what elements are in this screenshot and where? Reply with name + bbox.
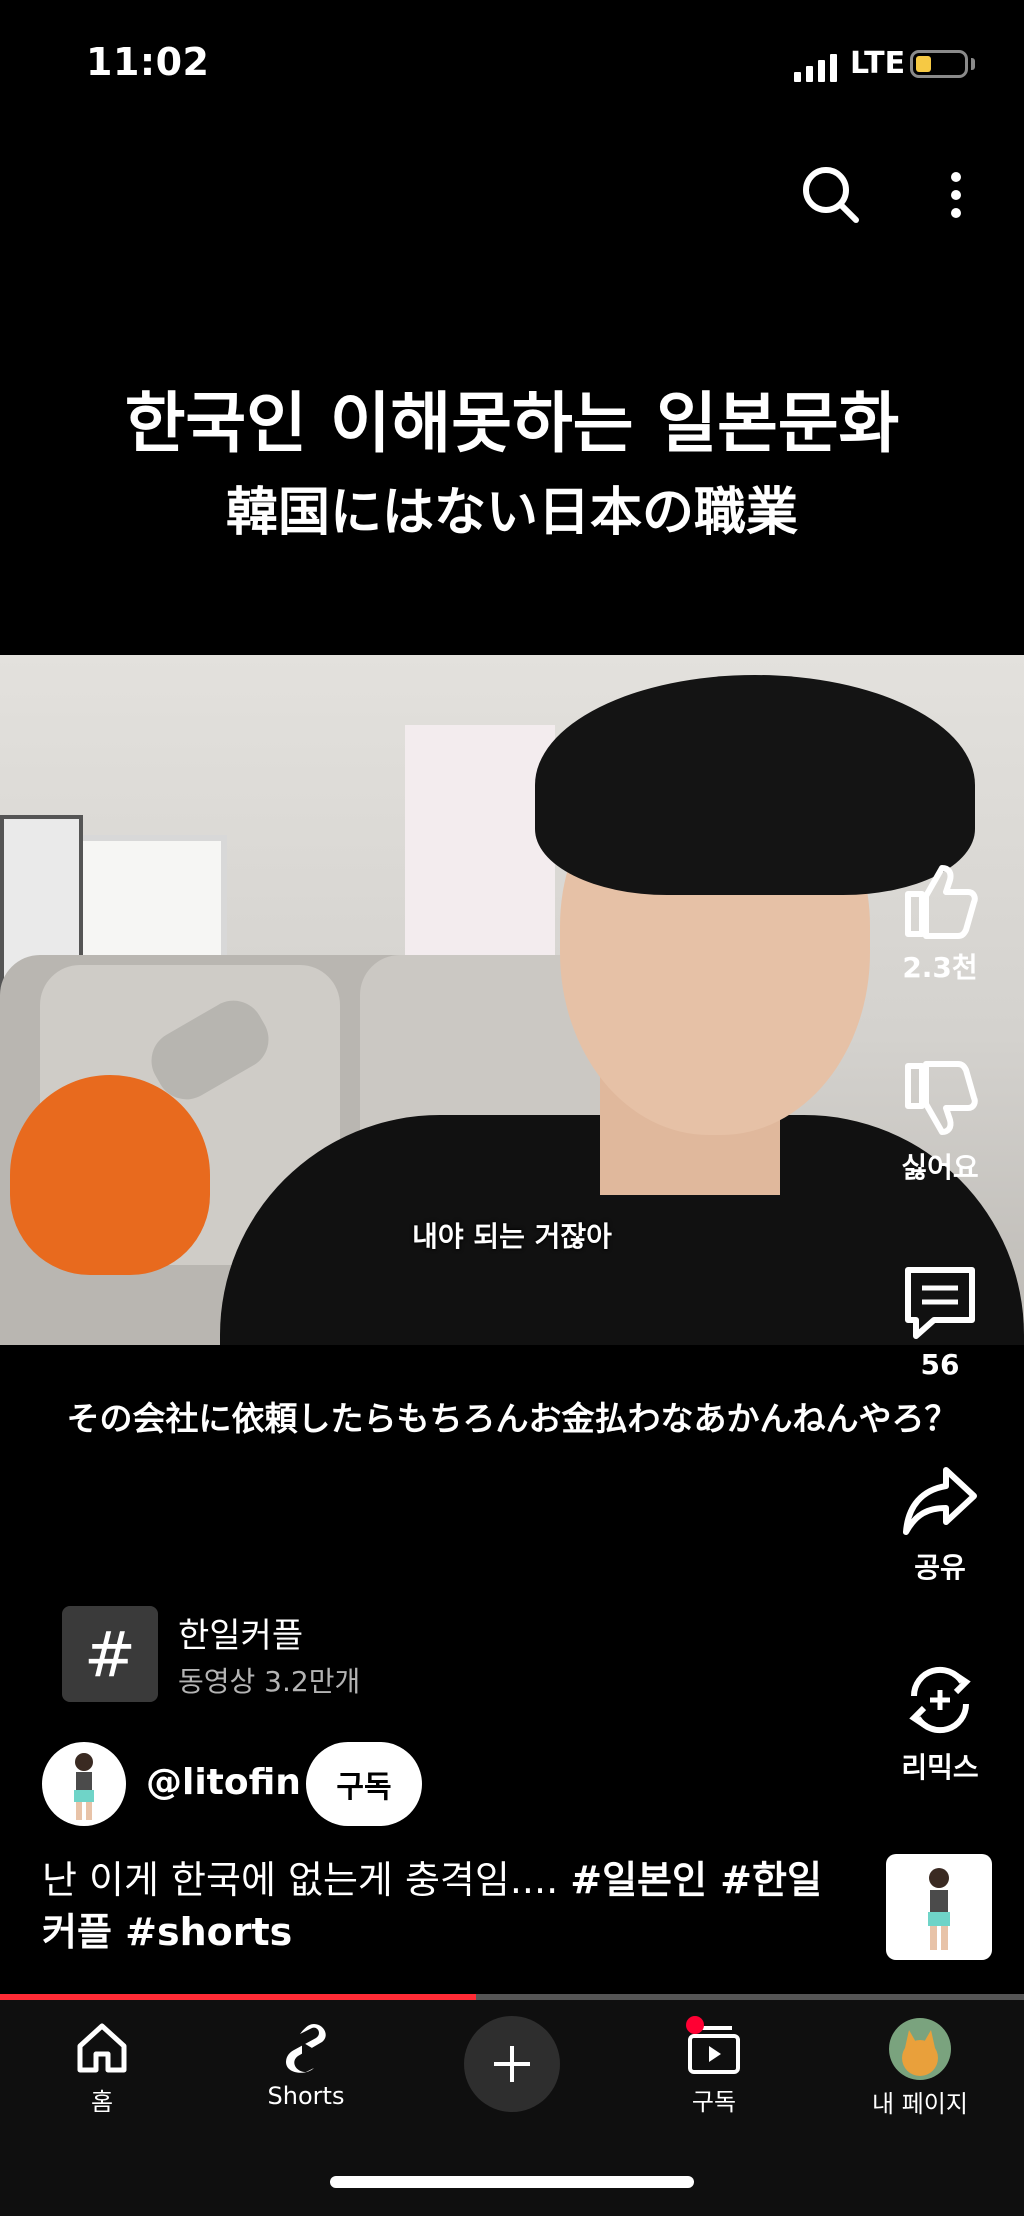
hashtag-video-count: 동영상 3.2만개 — [178, 1665, 361, 1698]
nav-my-page[interactable]: 내 페이지 — [840, 2018, 1000, 2119]
profile-pet-icon — [902, 2030, 938, 2076]
home-indicator — [330, 2176, 694, 2188]
channel-avatar[interactable] — [42, 1742, 126, 1826]
thumbs-down-icon — [905, 1061, 978, 1135]
notification-dot — [686, 2016, 704, 2034]
hash-icon: # — [84, 1617, 136, 1691]
thumbs-up-icon — [905, 865, 978, 939]
video-description[interactable]: 난 이게 한국에 없는게 충격임.... #일본인 #한일커플 #shorts — [42, 1854, 842, 1958]
sound-thumbnail[interactable] — [886, 1854, 992, 1960]
network-label: LTE — [850, 46, 906, 81]
avatar-figure-icon — [74, 1753, 94, 1820]
more-vertical-icon — [951, 172, 961, 218]
more-options-button[interactable] — [936, 160, 976, 230]
like-button[interactable]: 2.3천 — [880, 860, 1000, 986]
hashtag-name[interactable]: 한일커플 — [178, 1608, 303, 1657]
shorts-icon — [286, 2024, 326, 2073]
remix-icon — [909, 1666, 971, 1734]
translated-caption: その会社に依頼したらもちろんお金払わなあかんねんやろ？ — [66, 1399, 958, 1438]
video-player[interactable]: 내야 되는 거잖아 — [0, 655, 1024, 1345]
remix-label: 리믹스 — [901, 1751, 979, 1784]
signal-icon — [794, 52, 837, 82]
dislike-button[interactable]: 싫어요 — [880, 1060, 1000, 1186]
hashtag-chip-icon[interactable]: # — [62, 1606, 158, 1702]
video-title: 한국인 이해못하는 일본문화 — [124, 385, 900, 462]
share-icon — [903, 1467, 977, 1535]
battery-icon — [910, 50, 968, 78]
nav-shorts[interactable]: Shorts — [226, 2018, 386, 2110]
status-time: 11:02 — [86, 40, 210, 84]
thumbnail-figure-icon — [928, 1868, 950, 1950]
like-count: 2.3천 — [902, 951, 978, 984]
dislike-label: 싫어요 — [901, 1151, 979, 1184]
nav-subscriptions-label: 구독 — [691, 2088, 737, 2116]
comment-count: 56 — [920, 1348, 960, 1381]
share-button[interactable]: 공유 — [880, 1460, 1000, 1586]
comment-icon — [905, 1267, 975, 1339]
home-icon — [77, 2023, 127, 2073]
nav-shorts-label: Shorts — [267, 2082, 345, 2110]
comment-button[interactable]: 56 — [880, 1262, 1000, 1381]
video-subtitle: 韓国にはない日本の職業 — [225, 483, 798, 543]
plus-icon — [494, 2046, 530, 2082]
nav-subscriptions[interactable]: 구독 — [634, 2016, 794, 2117]
search-button[interactable] — [796, 160, 866, 230]
description-text: 난 이게 한국에 없는게 충격임.... — [42, 1858, 571, 1902]
nav-home[interactable]: 홈 — [22, 2018, 182, 2117]
search-icon — [803, 167, 859, 223]
share-label: 공유 — [914, 1551, 966, 1584]
profile-avatar — [889, 2018, 951, 2080]
battery-tip — [971, 58, 975, 70]
channel-handle[interactable]: @litofin — [146, 1762, 301, 1803]
remix-button[interactable]: 리믹스 — [880, 1660, 1000, 1786]
nav-home-label: 홈 — [90, 2088, 114, 2116]
create-button[interactable] — [464, 2016, 560, 2112]
subscribe-button[interactable]: 구독 — [306, 1742, 422, 1826]
nav-my-page-label: 내 페이지 — [872, 2090, 968, 2118]
video-inner-caption: 내야 되는 거잖아 — [412, 1220, 612, 1253]
